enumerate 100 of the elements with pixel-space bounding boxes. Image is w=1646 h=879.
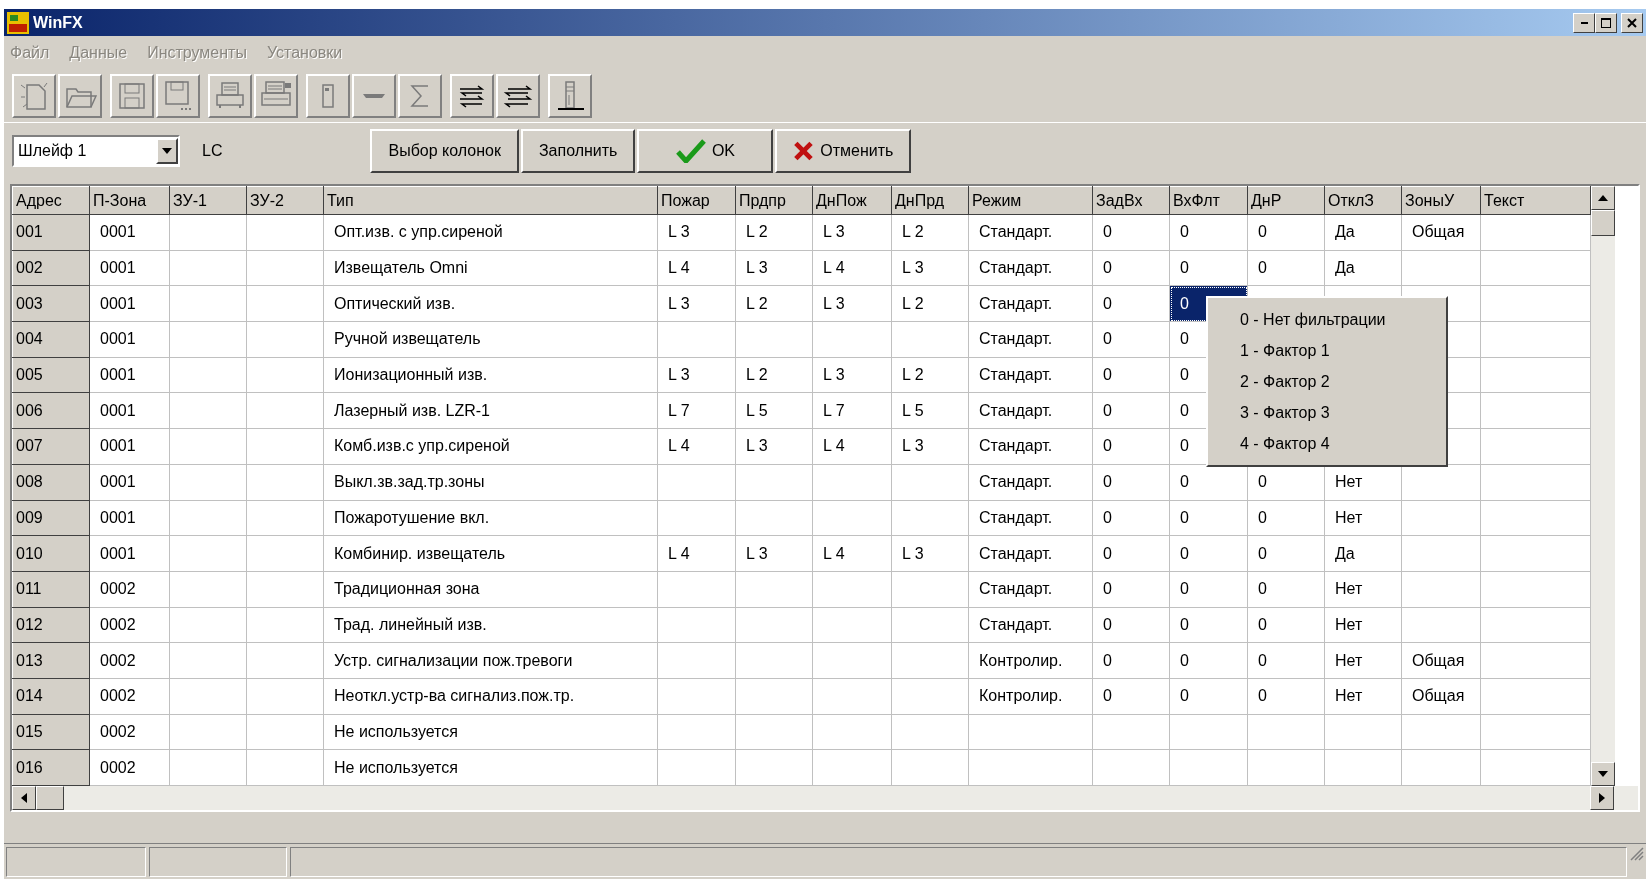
table-cell: Стандарт. — [968, 500, 1093, 536]
table-cell: Стандарт. — [968, 285, 1093, 322]
table-cell: 0001 — [89, 535, 170, 572]
table-cell: 0 — [1247, 214, 1325, 251]
table-cell: Стандарт. — [968, 607, 1093, 643]
table-cell: Нет — [1324, 500, 1402, 536]
table-cell: 0001 — [89, 357, 170, 393]
table-cell: L 2 — [735, 285, 813, 322]
table-cell: 0 — [1169, 535, 1248, 572]
table-cell: Да — [1324, 214, 1402, 251]
table-cell: Неоткл.устр-ва сигнализ.пож.тр. — [323, 678, 658, 715]
table-cell: Общая — [1401, 678, 1481, 715]
table-cell: 0 — [1092, 428, 1170, 465]
table-cell: Опт.изв. с упр.сиреной — [323, 214, 658, 251]
table-cell: L 4 — [812, 535, 892, 572]
table-cell: 0001 — [89, 250, 170, 286]
table-cell: 0 — [1247, 250, 1325, 286]
table-cell: L 3 — [891, 250, 969, 286]
table-cell: 0 — [1169, 250, 1248, 286]
table-cell: L 5 — [891, 392, 969, 429]
table-cell: 0 — [1169, 607, 1248, 643]
table-cell: 0002 — [89, 714, 170, 750]
table-cell: Контролир. — [968, 678, 1093, 715]
table-cell: Да — [1324, 250, 1402, 286]
table-cell: Стандарт. — [968, 428, 1093, 465]
dropdown-value: Шлейф 1 — [18, 140, 87, 161]
table-cell: 0002 — [89, 571, 170, 608]
table-cell: 0 — [1092, 214, 1170, 251]
table-cell: Стандарт. — [968, 535, 1093, 572]
table-cell: 0 — [1169, 214, 1248, 251]
table-cell: 0 — [1169, 500, 1248, 536]
table-cell: 0 — [1169, 678, 1248, 715]
table-cell: Стандарт. — [968, 214, 1093, 251]
table-cell: L 3 — [657, 357, 736, 393]
table-cell: L 2 — [891, 357, 969, 393]
table-cell: 0 — [1247, 500, 1325, 536]
table-cell: L 4 — [657, 250, 736, 286]
table-cell: 0 — [1247, 571, 1325, 608]
table-cell: 0 — [1092, 392, 1170, 429]
table-cell: 0 — [1092, 535, 1170, 572]
table-cell: 0 — [1092, 678, 1170, 715]
table-cell: 0 — [1092, 464, 1170, 500]
table-cell: 0 — [1247, 642, 1325, 679]
window-title: WinFX — [33, 12, 83, 33]
table-cell: Общая — [1401, 642, 1481, 679]
table-cell: 0001 — [89, 428, 170, 465]
table-cell: L 3 — [812, 214, 892, 251]
table-cell: Ионизационный изв. — [323, 357, 658, 393]
table-cell: 0001 — [89, 392, 170, 429]
table-cell: Ручной извещатель — [323, 321, 658, 358]
table-cell: 0001 — [89, 214, 170, 251]
table-cell: Извещатель Omni — [323, 250, 658, 286]
table-cell: 0 — [1092, 642, 1170, 679]
table-cell: L 3 — [735, 535, 813, 572]
table-cell: Стандарт. — [968, 571, 1093, 608]
table-cell: Общая — [1401, 214, 1481, 251]
table-cell: Не используется — [323, 714, 658, 750]
table-cell: L 2 — [735, 214, 813, 251]
table-cell: L 4 — [812, 250, 892, 286]
table-cell: Не используется — [323, 749, 658, 786]
table-cell: 0 — [1092, 607, 1170, 643]
table-cell: Стандарт. — [968, 321, 1093, 358]
loop-type-label: LC — [202, 140, 223, 161]
table-cell: Нет — [1324, 607, 1402, 643]
table-cell: L 3 — [657, 214, 736, 251]
table-cell: 0001 — [89, 285, 170, 322]
table-cell: L 7 — [657, 392, 736, 429]
table-cell: 0 — [1247, 535, 1325, 572]
table-cell: 0001 — [89, 321, 170, 358]
table-cell: Комбинир. извещатель — [323, 535, 658, 572]
table-cell: Стандарт. — [968, 250, 1093, 286]
table-cell: Стандарт. — [968, 357, 1093, 393]
table-cell: 0 — [1247, 678, 1325, 715]
table-cell: Устр. сигнализации пож.тревоги — [323, 642, 658, 679]
table-cell: 0 — [1092, 285, 1170, 322]
table-cell: Комб.изв.с упр.сиреной — [323, 428, 658, 465]
table-cell: L 2 — [735, 357, 813, 393]
table-cell: L 2 — [891, 285, 969, 322]
table-cell: 0 — [1169, 571, 1248, 608]
table-cell: 0002 — [89, 749, 170, 786]
table-cell: 0 — [1169, 642, 1248, 679]
table-cell: L 3 — [891, 428, 969, 465]
table-cell: L 4 — [812, 428, 892, 465]
table-cell: Выкл.зв.зад.тр.зоны — [323, 464, 658, 500]
table-cell: L 4 — [657, 428, 736, 465]
table-cell: L 2 — [891, 214, 969, 251]
table-cell: 0002 — [89, 678, 170, 715]
table-cell: 0 — [1092, 357, 1170, 393]
table-cell: 0 — [1247, 607, 1325, 643]
table-cell: L 3 — [812, 285, 892, 322]
table-cell: L 4 — [657, 535, 736, 572]
table-cell: 0 — [1092, 500, 1170, 536]
table-cell: 0002 — [89, 642, 170, 679]
table-cell: Лазерный изв. LZR-1 — [323, 392, 658, 429]
table-cell: L 3 — [735, 428, 813, 465]
table-cell: 0001 — [89, 500, 170, 536]
table-cell: L 3 — [891, 535, 969, 572]
table-cell: Контролир. — [968, 642, 1093, 679]
table-cell: Нет — [1324, 571, 1402, 608]
table-cell: Стандарт. — [968, 464, 1093, 500]
